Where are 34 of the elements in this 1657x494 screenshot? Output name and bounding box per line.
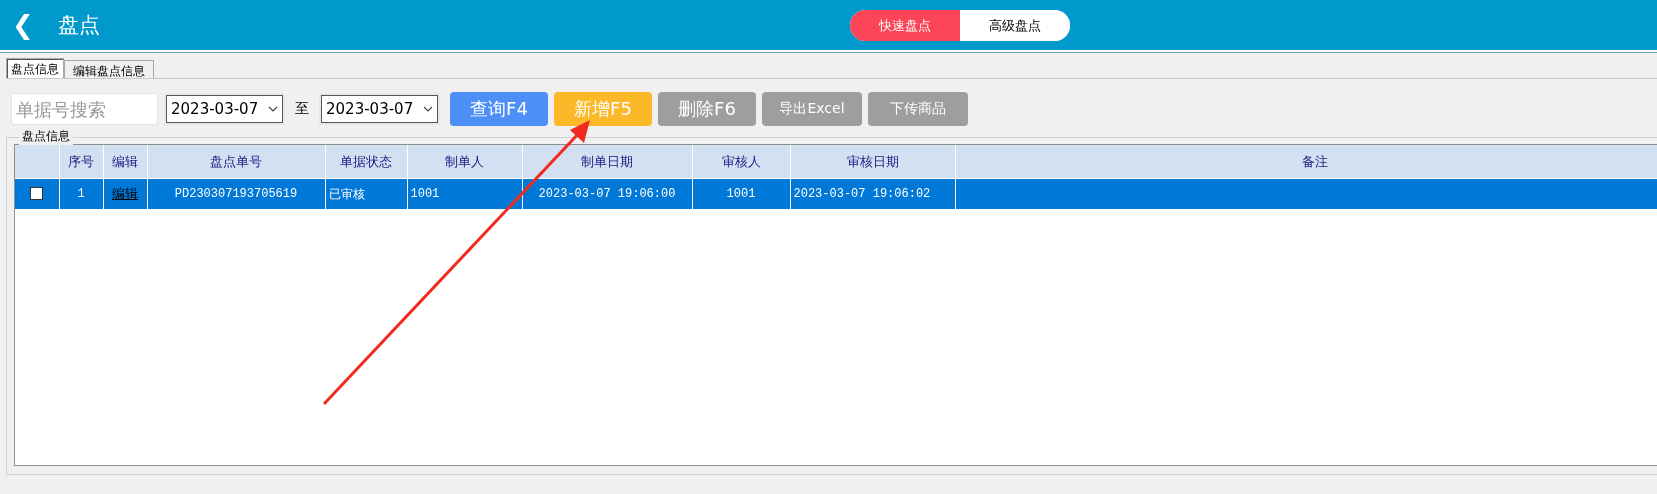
toolbar-button[interactable]: 查询F4 <box>450 92 548 126</box>
toolbar-button[interactable]: 导出Excel <box>762 92 862 126</box>
page-title: 盘点 <box>57 12 100 39</box>
checkbox[interactable] <box>30 187 44 201</box>
date-dropdown[interactable]: 2023-03-07 <box>321 95 438 123</box>
toolbar-button[interactable]: 删除F6 <box>658 92 756 126</box>
table-cell: PD230307193705619 <box>174 187 298 201</box>
table-row[interactable]: 1 编辑 PD230307193705619 已审核 1001 2023-03-07 19:06:00 1001 2023-03-07 19:06:02 <box>15 178 1657 209</box>
table-cell: 2023-03-07 19:06:00 <box>538 187 676 201</box>
mode-toggle[interactable]: 快速盘点 <box>850 10 960 41</box>
table-cell: 已审核 <box>328 187 365 202</box>
column-header: 制单人 <box>445 153 484 169</box>
column-header: 编辑 <box>112 153 138 169</box>
range-separator: 至 <box>295 100 309 118</box>
column-header: 盘点单号 <box>210 153 262 169</box>
column-header: 备注 <box>1302 153 1328 169</box>
chevron-down-icon <box>268 105 278 113</box>
group-title: 盘点信息 <box>19 128 73 145</box>
column-header: 单据状态 <box>340 153 392 169</box>
tab[interactable]: 盘点信息 <box>6 58 64 78</box>
toolbar-button[interactable]: 下传商品 <box>868 92 968 126</box>
table-cell: 1001 <box>410 187 440 201</box>
column-header: 序号 <box>68 153 94 169</box>
table-cell: 2023-03-07 19:06:02 <box>793 187 931 201</box>
table-cell: 1001 <box>726 187 756 201</box>
column-header: 制单日期 <box>581 153 633 169</box>
column-header: 审核日期 <box>846 153 899 169</box>
search-field[interactable]: 单据号搜索 <box>11 93 158 125</box>
date-dropdown[interactable]: 2023-03-07 <box>166 95 283 123</box>
table-cell: 1 <box>77 187 85 201</box>
tab[interactable]: 编辑盘点信息 <box>64 60 154 78</box>
back-button[interactable]: ❮ <box>12 12 34 38</box>
column-header: 审核人 <box>721 153 761 169</box>
chevron-down-icon <box>423 105 433 113</box>
